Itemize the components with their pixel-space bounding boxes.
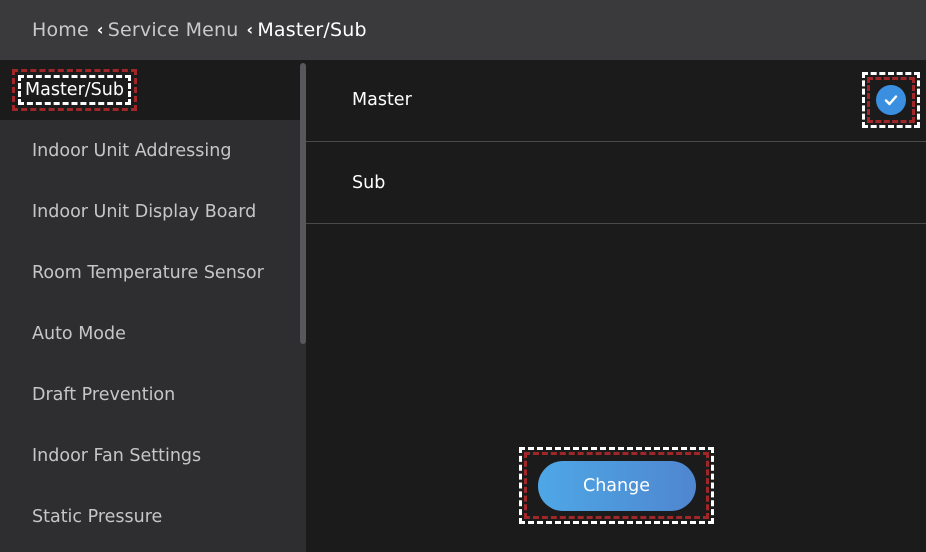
- change-button-highlight: Change: [519, 447, 714, 524]
- options-panel: Master Sub Change: [306, 60, 926, 552]
- breadcrumb: Home ‹ Service Menu ‹ Master/Sub: [0, 0, 926, 60]
- option-master[interactable]: Master: [306, 60, 926, 142]
- sidebar-item-master-sub[interactable]: Master/Sub: [0, 60, 306, 120]
- breadcrumb-current: Master/Sub: [257, 19, 367, 41]
- sidebar-item-label: Indoor Unit Display Board: [32, 201, 257, 222]
- sidebar-item-label: Draft Prevention: [32, 384, 176, 405]
- sidebar-item-static-pressure[interactable]: Static Pressure: [0, 486, 306, 547]
- breadcrumb-home[interactable]: Home: [32, 19, 89, 41]
- sidebar: Master/Sub Indoor Unit Addressing Indoor…: [0, 60, 306, 552]
- sidebar-item-label: Auto Mode: [32, 323, 126, 344]
- sidebar-item-indoor-unit-display-board[interactable]: Indoor Unit Display Board: [0, 181, 306, 242]
- sidebar-item-label: Master/Sub: [12, 69, 137, 111]
- chevron-left-icon: ‹: [246, 19, 254, 39]
- sidebar-item-indoor-unit-addressing[interactable]: Indoor Unit Addressing: [0, 120, 306, 181]
- sidebar-item-label: Static Pressure: [32, 506, 163, 527]
- change-button[interactable]: Change: [537, 460, 696, 511]
- sidebar-item-label: Room Temperature Sensor: [32, 262, 264, 283]
- option-label: Master: [352, 90, 412, 110]
- sidebar-item-room-temperature-sensor[interactable]: Room Temperature Sensor: [0, 242, 306, 303]
- chevron-left-icon: ‹: [96, 19, 104, 39]
- sidebar-item-draft-prevention[interactable]: Draft Prevention: [0, 364, 306, 425]
- check-circle-icon: [876, 85, 906, 115]
- selected-indicator[interactable]: [862, 72, 920, 128]
- option-sub[interactable]: Sub: [306, 142, 926, 224]
- sidebar-item-label: Indoor Fan Settings: [32, 445, 202, 466]
- sidebar-item-label: Indoor Unit Addressing: [32, 140, 232, 161]
- sidebar-item-indoor-fan-settings[interactable]: Indoor Fan Settings: [0, 425, 306, 486]
- sidebar-item-auto-mode[interactable]: Auto Mode: [0, 303, 306, 364]
- option-label: Sub: [352, 172, 386, 193]
- breadcrumb-service-menu[interactable]: Service Menu: [108, 19, 239, 41]
